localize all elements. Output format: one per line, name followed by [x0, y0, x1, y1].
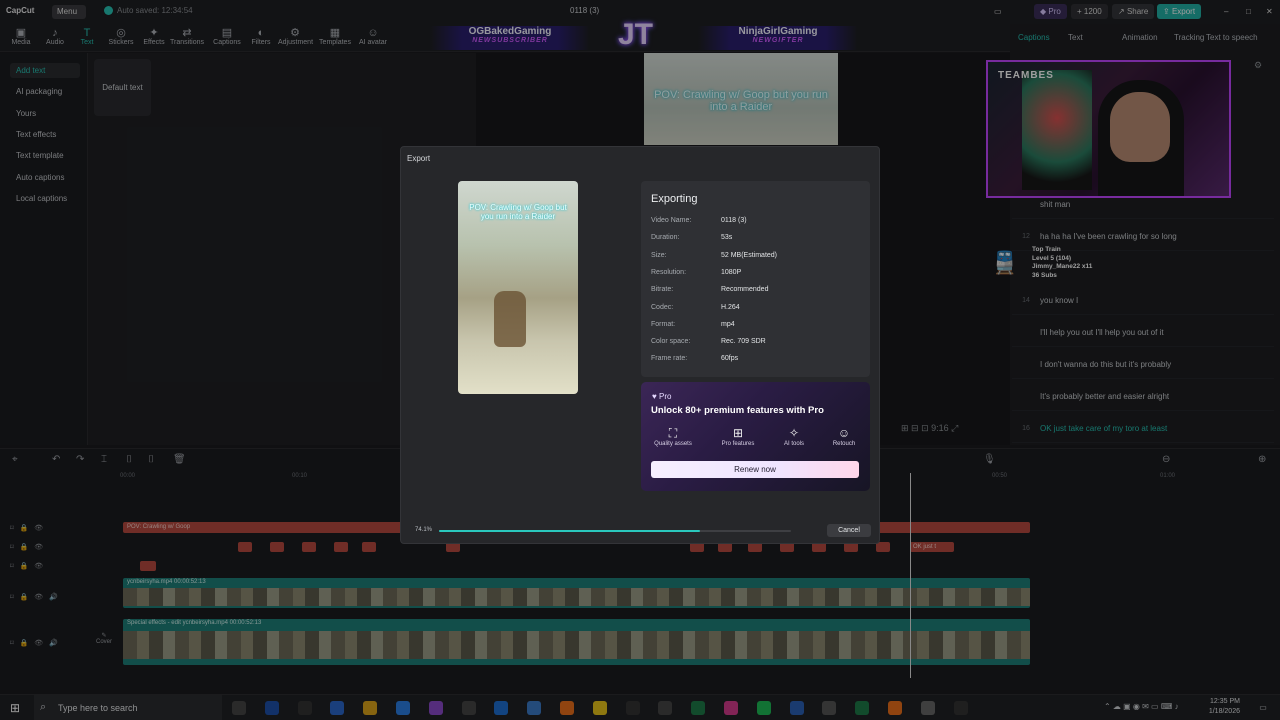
export-detail-row: Bitrate: Recommended: [651, 286, 866, 293]
detail-label: Video Name:: [651, 217, 692, 224]
detail-label: Duration:: [651, 234, 680, 242]
export-detail-row: Size: 52 MB(Estimated): [651, 252, 866, 259]
detail-label: Color space:: [651, 338, 691, 346]
pro-upsell-card: ♥ Pro Unlock 80+ premium features with P…: [641, 382, 870, 491]
cancel-button[interactable]: Cancel: [827, 524, 871, 537]
retouch-icon: ☺: [837, 426, 851, 440]
export-progress-bar: [439, 530, 791, 532]
feature-label: AI tools: [783, 441, 804, 447]
detail-label: Bitrate:: [651, 286, 674, 294]
feature-pro-features: ⊞ Pro features: [713, 426, 763, 447]
feature-label: Quality assets: [654, 441, 692, 447]
export-progress-fill: [439, 530, 700, 532]
detail-label: Codec:: [651, 303, 674, 311]
preview-subject: [494, 291, 526, 347]
export-detail-row: Frame rate: 60fps: [651, 355, 866, 362]
pro-badge-label: Pro: [658, 392, 672, 401]
renew-now-button[interactable]: Renew now: [651, 461, 859, 478]
feature-quality-assets: ⛶ Quality assets: [648, 426, 698, 447]
detail-value: 60fps: [721, 355, 739, 363]
export-detail-row: Color space: Rec. 709 SDR: [651, 338, 866, 345]
export-detail-row: Codec: H.264: [651, 304, 866, 311]
feature-label: Retouch: [832, 441, 856, 447]
feature-ai-tools: ✧ AI tools: [769, 426, 819, 447]
image-icon: ⛶: [668, 426, 678, 440]
detail-value: 0118 (3): [721, 217, 747, 224]
preview-caption: POV: Crawling w/ Goop but you run into a…: [469, 203, 567, 221]
export-detail-row: Resolution: 1080P: [651, 269, 866, 276]
detail-label: Format:: [651, 320, 676, 328]
detail-label: Frame rate:: [651, 355, 688, 363]
pro-badge: ♥ Pro: [652, 392, 672, 401]
feature-label: Pro features: [721, 441, 755, 447]
export-progress-text: 74.1%: [415, 527, 433, 533]
detail-value: mp4: [721, 320, 735, 328]
export-detail-row: Video Name: 0118 (3): [651, 217, 866, 224]
export-status: Exporting: [651, 193, 698, 205]
export-info-card: Exporting Video Name: 0118 (3) Duration: 53…: [641, 181, 870, 377]
export-dialog-title: Export: [407, 154, 431, 163]
detail-value: Recommended: [721, 286, 769, 294]
detail-value: 1080P: [721, 268, 742, 276]
export-dialog: Export POV: Crawling w/ Goop but you run…: [400, 146, 880, 544]
feature-retouch: ☺ Retouch: [819, 426, 869, 447]
export-preview: POV: Crawling w/ Goop but you run into a…: [458, 181, 578, 394]
export-detail-row: Duration: 53s: [651, 234, 866, 241]
export-detail-row: Format: mp4: [651, 321, 866, 328]
grid-icon: ⊞: [732, 426, 744, 440]
capcut-app: CapCut Menu Auto saved: 12:34:54 0118 (3…: [0, 0, 1280, 720]
detail-value: H.264: [721, 303, 740, 311]
magic-wand-icon: ✧: [788, 426, 800, 440]
detail-value: Rec. 709 SDR: [721, 338, 766, 346]
detail-value: 52 MB(Estimated): [721, 251, 778, 259]
detail-label: Resolution:: [651, 268, 687, 276]
detail-label: Size:: [651, 251, 667, 259]
pro-headline: Unlock 80+ premium features with Pro: [651, 405, 824, 416]
detail-value: 53s: [721, 234, 733, 242]
